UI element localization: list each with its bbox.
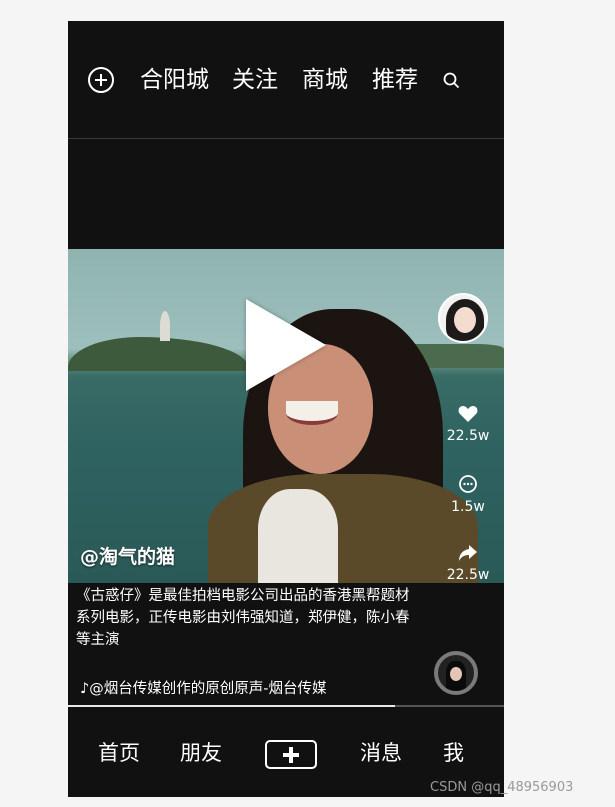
top-bar: 合阳城 关注 商城 推荐 — [68, 21, 504, 139]
video-person-smile — [286, 401, 338, 425]
music-disc[interactable] — [434, 651, 478, 695]
video-island — [68, 337, 248, 371]
share-count: 22.5w — [446, 567, 490, 583]
comment-button[interactable]: 1.5w — [433, 474, 503, 516]
heart-icon — [458, 406, 478, 422]
like-button[interactable]: 22.5w — [433, 405, 503, 445]
video-pagoda — [160, 311, 170, 341]
nav-messages[interactable]: 消息 — [360, 740, 402, 766]
author-avatar[interactable] — [438, 293, 488, 343]
play-icon[interactable] — [246, 299, 326, 391]
nav-home[interactable]: 首页 — [98, 740, 140, 766]
video-description: 《古惑仔》是最佳拍档电影公司出品的香港黑帮题材系列电影，正传电影由刘伟强知道，郑… — [76, 588, 410, 648]
phone-frame: 合阳城 关注 商城 推荐 22.5w 1.5w 22.5w @淘气的猫 《古惑仔… — [68, 21, 504, 797]
comment-count: 1.5w — [451, 499, 485, 515]
add-circle-icon[interactable] — [88, 67, 114, 93]
like-count: 22.5w — [446, 428, 490, 444]
share-button[interactable]: 22.5w — [433, 544, 503, 584]
music-note-icon: ♪ — [80, 681, 90, 697]
tab-recommend[interactable]: 推荐 — [372, 66, 418, 94]
publish-button[interactable] — [265, 740, 317, 769]
music-title: @烟台传媒创作的原创原声-烟台传媒 — [89, 681, 327, 697]
nav-me[interactable]: 我 — [443, 740, 464, 766]
comment-icon — [459, 475, 477, 493]
share-icon — [459, 545, 477, 561]
search-icon[interactable] — [443, 72, 460, 89]
video-person-undershirt — [258, 489, 338, 583]
tab-mall[interactable]: 商城 — [302, 66, 348, 94]
music-info[interactable]: ♪@烟台传媒创作的原创原声-烟台传媒 — [80, 678, 327, 700]
nav-friends[interactable]: 朋友 — [180, 740, 222, 766]
tab-follow[interactable]: 关注 — [232, 66, 278, 94]
author-name[interactable]: @淘气的猫 — [80, 542, 175, 569]
watermark: CSDN @qq_48956903 — [430, 780, 574, 795]
tab-heyangcheng[interactable]: 合阳城 — [140, 66, 209, 94]
